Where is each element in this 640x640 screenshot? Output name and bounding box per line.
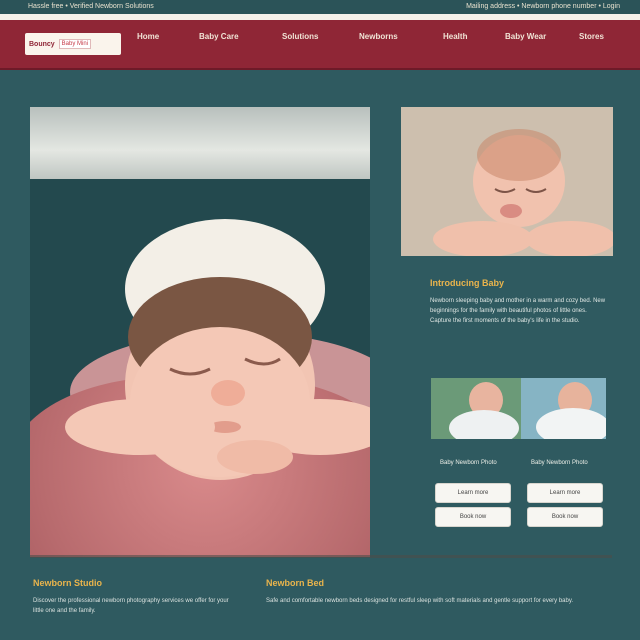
top-utility-right-text[interactable]: Mailing address • Newborn phone number •… — [466, 0, 620, 14]
side-baby-photo — [401, 107, 613, 256]
learn-more-button-right[interactable]: Learn more — [527, 483, 603, 503]
sleeping-baby-side-illustration — [401, 107, 613, 256]
logo-badge: Baby Mini — [58, 39, 92, 49]
learn-more-button-left[interactable]: Learn more — [435, 483, 511, 503]
sleeping-baby-illustration — [65, 219, 370, 480]
thumb-caption-left: Baby Newborn Photo — [440, 460, 497, 466]
top-utility-bar: Hassle free • Verified Newborn Solutions… — [0, 0, 640, 14]
site-logo[interactable]: Bouncy Baby Mini — [25, 33, 121, 55]
footer-col2-text: Safe and comfortable newborn beds design… — [266, 598, 574, 604]
nav-item-solutions[interactable]: Solutions — [282, 32, 318, 41]
footer-col2-title: Newborn Bed — [266, 578, 325, 588]
main-nav: Bouncy Baby Mini Home Baby Care Solution… — [0, 20, 640, 70]
footer-col1-title: Newborn Studio — [33, 578, 102, 588]
thumb-caption-right: Baby Newborn Photo — [531, 460, 588, 466]
about-title: Introducing Baby — [430, 278, 504, 288]
about-text: Newborn sleeping baby and mother in a wa… — [430, 298, 606, 324]
book-now-button-right[interactable]: Book now — [527, 507, 603, 527]
nav-item-newborns[interactable]: Newborns — [359, 32, 398, 41]
nav-item-stores[interactable]: Stores — [579, 32, 604, 41]
logo-name: Bouncy — [29, 40, 55, 48]
nav-item-home[interactable]: Home — [137, 32, 159, 41]
baby-thumbnail-illustration — [431, 378, 606, 439]
nav-item-baby-care[interactable]: Baby Care — [199, 32, 239, 41]
content-divider — [30, 555, 612, 558]
baby-thumbnails[interactable] — [431, 378, 606, 439]
hero-baby-image — [30, 107, 370, 557]
book-now-button-left[interactable]: Book now — [435, 507, 511, 527]
nav-item-baby-wear[interactable]: Baby Wear — [505, 32, 546, 41]
footer-col1-text: Discover the professional newborn photog… — [33, 598, 229, 614]
nav-item-health[interactable]: Health — [443, 32, 467, 41]
top-utility-left-text: Hassle free • Verified Newborn Solutions — [28, 3, 154, 10]
